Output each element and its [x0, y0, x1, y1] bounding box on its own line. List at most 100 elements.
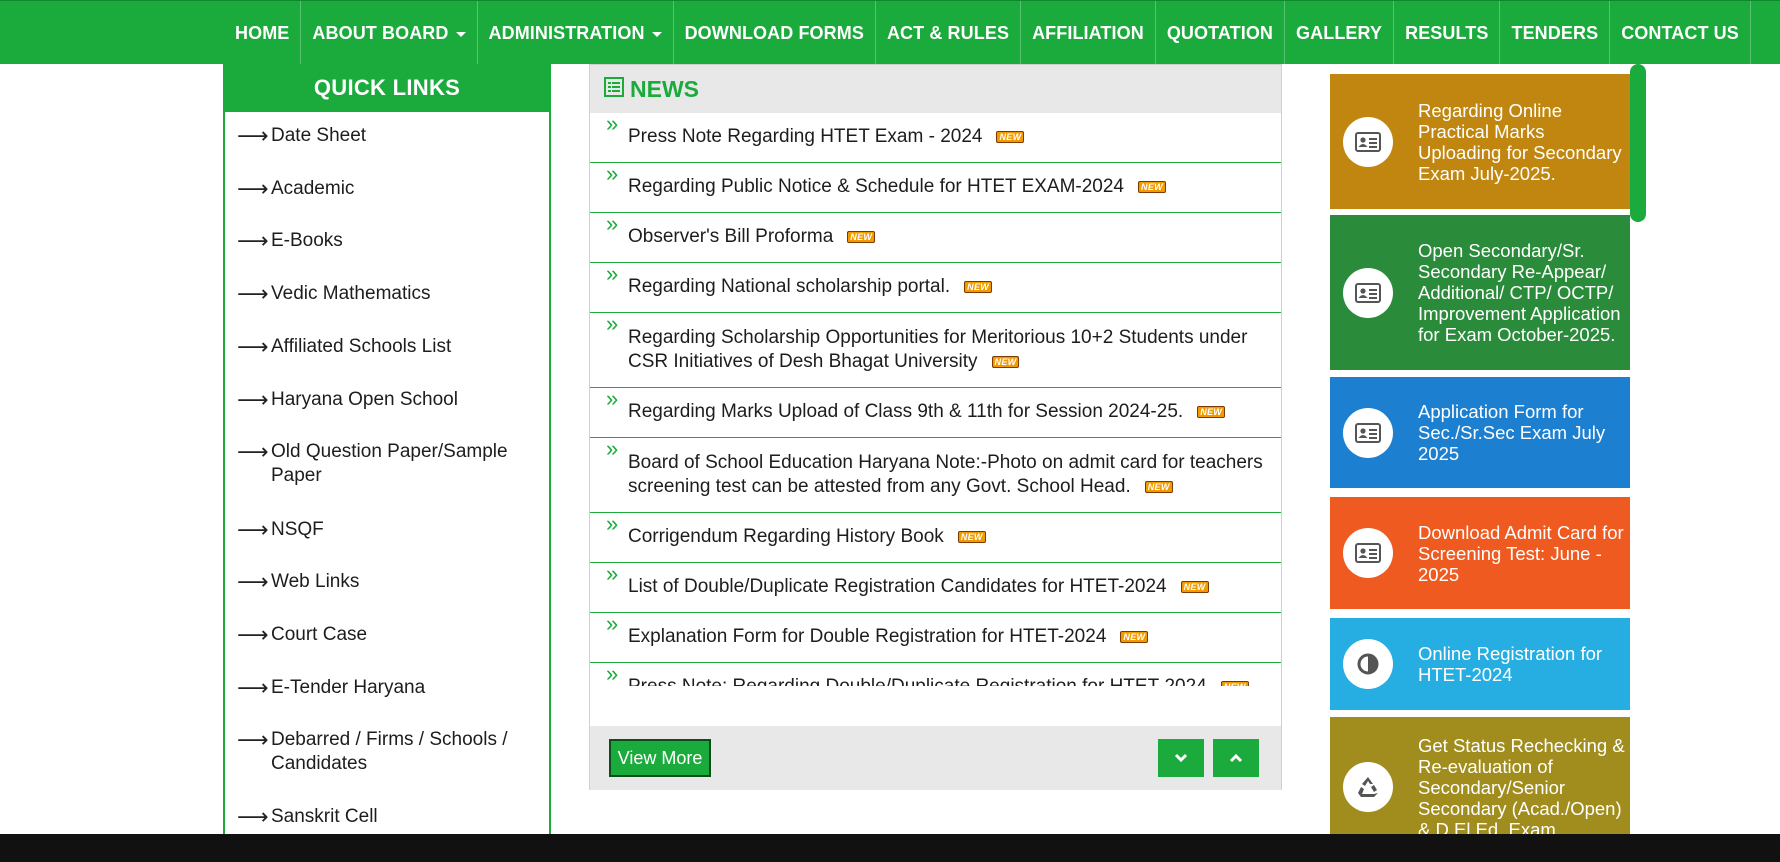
- news-item-text: Regarding National scholarship portal. NE…: [628, 275, 993, 300]
- news-item[interactable]: » Observer's Bill Proforma NEW: [590, 213, 1281, 263]
- quick-link-item[interactable]: ⟶ Sanskrit Cell: [225, 805, 549, 829]
- news-item-label: Regarding Scholarship Opportunities for …: [628, 326, 1248, 373]
- nav-item-label: CONTACT US: [1621, 22, 1739, 43]
- nav-item-label: ADMINISTRATION: [488, 22, 645, 43]
- notice-card-text: Download Admit Card for Screening Test: …: [1418, 521, 1624, 585]
- quick-link-item[interactable]: ⟶ Vedic Mathematics: [225, 282, 549, 306]
- news-item[interactable]: » Press Note: Regarding Double/Duplicate …: [590, 663, 1281, 686]
- news-item-text: Board of School Education Haryana Note:-…: [628, 451, 1267, 500]
- nav-item-results[interactable]: RESULTS: [1394, 1, 1501, 65]
- notice-card[interactable]: Regarding Online Practical Marks Uploadi…: [1330, 74, 1630, 209]
- news-item-text: Press Note Regarding HTET Exam - 2024 NEW: [628, 125, 1025, 150]
- nav-item-label: HOME: [235, 22, 290, 43]
- new-badge: NEW: [847, 231, 876, 244]
- notice-card[interactable]: Get Status Rechecking & Re-evaluation of…: [1330, 717, 1630, 844]
- nav-item-label: ABOUT BOARD: [312, 22, 449, 43]
- new-badge: NEW: [1138, 181, 1166, 194]
- new-badge: NEW: [1220, 681, 1249, 686]
- page: HOME ABOUT BOARD ADMINISTRATION DOWNLOAD FO…: [0, 0, 1780, 862]
- arrow-right-icon: ⟶: [237, 176, 269, 201]
- double-chevron-icon: »: [606, 661, 619, 686]
- nav-item-label: AFFILIATION: [1032, 22, 1144, 43]
- quick-link-item[interactable]: ⟶ Date Sheet: [225, 124, 549, 148]
- news-header: NEWS: [590, 65, 1281, 113]
- nav-item-tenders[interactable]: TENDERS: [1500, 1, 1611, 65]
- news-item[interactable]: » Explanation Form for Double Registratio…: [590, 613, 1281, 663]
- news-item-label: Press Note Regarding HTET Exam - 2024: [628, 126, 983, 148]
- cards-scrollbar[interactable]: [1630, 64, 1646, 222]
- quick-link-item[interactable]: ⟶ Web Links: [225, 570, 549, 594]
- nav-item-affiliation[interactable]: AFFILIATION: [1021, 1, 1156, 65]
- news-ticker[interactable]: » Press Note Regarding HTET Exam - 2024 NE…: [590, 113, 1281, 686]
- double-chevron-icon: »: [606, 261, 619, 286]
- notice-card[interactable]: Download Admit Card for Screening Test: …: [1330, 497, 1630, 609]
- new-badge: NEW: [996, 131, 1025, 144]
- quick-link-label: Web Links: [271, 571, 360, 592]
- quick-link-item[interactable]: ⟶ Debarred / Firms / Schools / Candidates: [225, 728, 549, 776]
- view-more-button[interactable]: View More: [609, 739, 711, 777]
- double-chevron-icon: »: [606, 113, 619, 136]
- quick-link-label: Sanskrit Cell: [271, 806, 378, 827]
- nav-item-gallery[interactable]: GALLERY: [1285, 1, 1395, 65]
- quick-link-label: E-Tender Haryana: [271, 677, 426, 698]
- notice-card-text: Online Registration for HTET-2024: [1418, 643, 1603, 685]
- notice-card-text: Open Secondary/Sr. Secondary Re-Appear/ …: [1418, 240, 1621, 345]
- arrow-right-icon: ⟶: [237, 804, 269, 829]
- news-item-label: Regarding National scholarship portal.: [628, 276, 951, 298]
- nav-item-home[interactable]: HOME: [224, 1, 302, 65]
- arrow-right-icon: ⟶: [237, 439, 269, 464]
- chevron-up-icon: [1229, 753, 1243, 763]
- notice-card[interactable]: Online Registration for HTET-2024: [1330, 618, 1630, 710]
- news-item-text: Regarding Public Notice & Schedule for H…: [628, 175, 1166, 200]
- new-badge: NEW: [964, 281, 993, 294]
- news-item[interactable]: » Regarding Marks Upload of Class 9th & 1…: [590, 388, 1281, 438]
- nav-item-act-rules[interactable]: ACT & RULES: [876, 1, 1022, 65]
- news-item-label: Explanation Form for Double Registration…: [628, 626, 1107, 648]
- double-chevron-icon: »: [606, 511, 619, 536]
- quick-links-title: QUICK LINKS: [225, 64, 549, 112]
- quick-link-item[interactable]: ⟶ NSQF: [225, 518, 549, 542]
- arrow-right-icon: ⟶: [237, 569, 269, 594]
- nav-item-quotation[interactable]: QUOTATION: [1156, 1, 1286, 65]
- quick-link-item[interactable]: ⟶ Academic: [225, 177, 549, 201]
- notice-card-text: Regarding Online Practical Marks Uploadi…: [1418, 99, 1622, 184]
- arrow-right-icon: ⟶: [237, 675, 269, 700]
- news-panel: NEWS » Press Note Regarding HTET Exam - 2…: [589, 64, 1282, 790]
- quick-link-item[interactable]: ⟶ Court Case: [225, 623, 549, 647]
- arrow-right-icon: ⟶: [237, 334, 269, 359]
- news-item[interactable]: » Corrigendum Regarding History Book NEW: [590, 513, 1281, 563]
- quick-link-label: Court Case: [271, 624, 368, 645]
- new-badge: NEW: [1197, 406, 1226, 419]
- double-chevron-icon: »: [606, 386, 619, 411]
- quick-link-item[interactable]: ⟶ Affiliated Schools List: [225, 335, 549, 359]
- top-navbar: HOME ABOUT BOARD ADMINISTRATION DOWNLOAD FO…: [0, 0, 1780, 65]
- quick-link-item[interactable]: ⟶ E-Tender Haryana: [225, 676, 549, 700]
- scroll-down-button[interactable]: [1158, 739, 1204, 777]
- nav-item-administration[interactable]: ADMINISTRATION: [478, 1, 674, 65]
- nav-item-download-forms[interactable]: DOWNLOAD FORMS: [674, 1, 876, 65]
- news-item[interactable]: » List of Double/Duplicate Registration C…: [590, 563, 1281, 613]
- nav-item-label: DOWNLOAD FORMS: [684, 22, 864, 43]
- quick-link-item[interactable]: ⟶ Haryana Open School: [225, 388, 549, 412]
- news-item-label: Corrigendum Regarding History Book: [628, 526, 944, 548]
- news-item-label: List of Double/Duplicate Registration Ca…: [628, 576, 1167, 598]
- new-badge: NEW: [991, 356, 1020, 368]
- nav-item-about-board[interactable]: ABOUT BOARD: [301, 1, 478, 65]
- arrow-right-icon: ⟶: [237, 622, 269, 647]
- nav-item-contact-us[interactable]: CONTACT US: [1610, 1, 1751, 65]
- news-item-text: Explanation Form for Double Registration…: [628, 625, 1149, 650]
- notice-card[interactable]: Open Secondary/Sr. Secondary Re-Appear/ …: [1330, 215, 1630, 370]
- news-item[interactable]: » Regarding National scholarship portal. N…: [590, 263, 1281, 313]
- scroll-up-button[interactable]: [1213, 739, 1259, 777]
- news-item[interactable]: » Regarding Scholarship Opportunities for…: [590, 313, 1281, 388]
- double-chevron-icon: »: [606, 161, 619, 186]
- quick-link-item[interactable]: ⟶ E-Books: [225, 229, 549, 253]
- news-item[interactable]: » Board of School Education Haryana Note:…: [590, 438, 1281, 513]
- notice-card[interactable]: Application Form for Sec./Sr.Sec Exam Ju…: [1330, 377, 1630, 488]
- arrow-right-icon: ⟶: [237, 228, 269, 253]
- news-item[interactable]: » Press Note Regarding HTET Exam - 2024 NE…: [590, 113, 1281, 163]
- quick-link-label: Old Question Paper/Sample Paper: [271, 441, 508, 486]
- quick-link-item[interactable]: ⟶ Old Question Paper/Sample Paper: [225, 440, 549, 488]
- news-item[interactable]: » Regarding Public Notice & Schedule for …: [590, 163, 1281, 213]
- notice-card-text: Get Status Rechecking & Re-evaluation of…: [1418, 734, 1625, 840]
